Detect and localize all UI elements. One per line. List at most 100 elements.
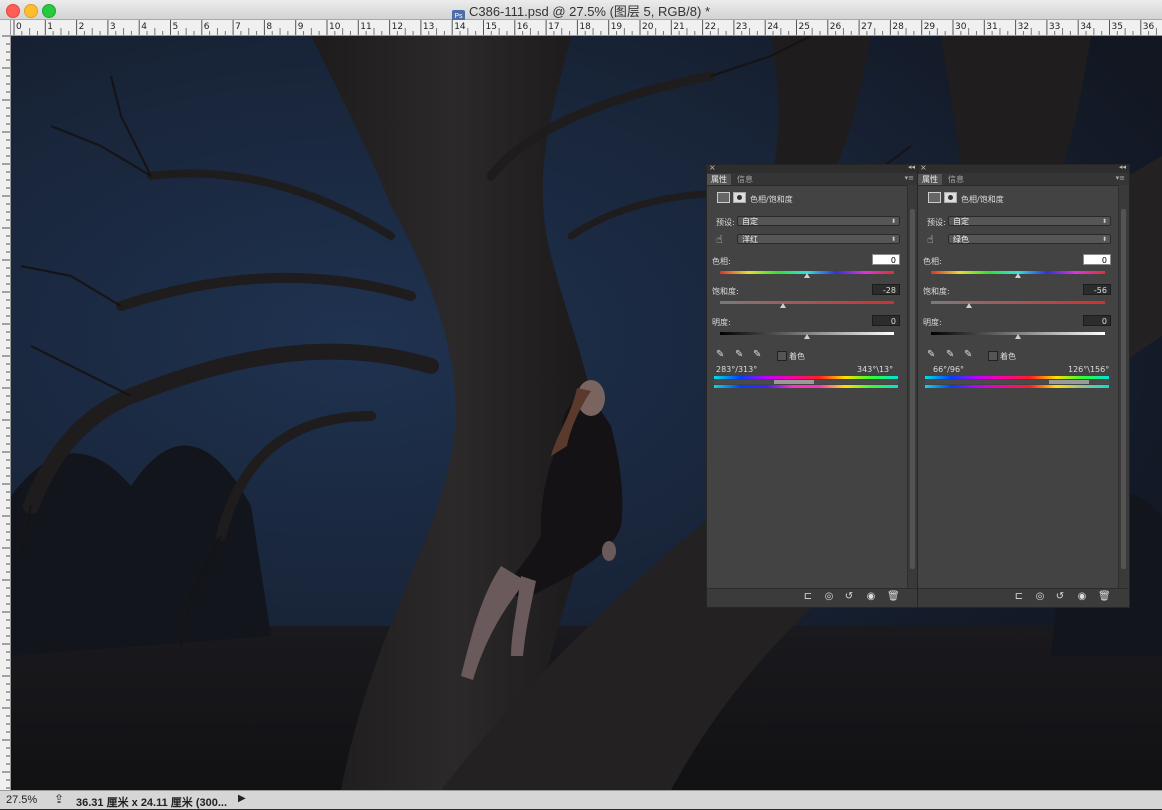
- zoom-level[interactable]: 27.5%: [6, 794, 37, 806]
- horizontal-ruler[interactable]: 0 1 2 3 4 5 6 7 8 9 10 11 12 13 14 15 16 17 18 19 20 21 22 23 24…: [10, 20, 1162, 36]
- panel-scrollbar[interactable]: [1118, 185, 1129, 597]
- status-bar: 27.5% ⇪ 36.31 厘米 x 24.11 厘米 (300... ▶: [0, 790, 1162, 809]
- range-selection[interactable]: [1049, 380, 1089, 384]
- hue-slider-thumb[interactable]: [804, 273, 810, 278]
- trash-icon[interactable]: 🗑: [1098, 591, 1111, 603]
- panel-menu-icon[interactable]: ▾≡: [1116, 174, 1125, 182]
- hue-input[interactable]: 0: [872, 254, 900, 265]
- close-panel-icon[interactable]: ×: [709, 163, 716, 172]
- ruler-label: 25: [799, 22, 810, 32]
- collapse-panel-icon[interactable]: ◂◂: [1119, 163, 1126, 171]
- ruler-label: 21: [673, 22, 684, 32]
- hue-label: 色相:: [923, 257, 942, 266]
- preset-dropdown[interactable]: 自定 ⬍: [737, 216, 900, 226]
- color-range-bar-top: [714, 376, 898, 379]
- ruler-label: 5: [173, 22, 179, 32]
- channel-value: 绿色: [953, 235, 969, 244]
- ruler-label: 13: [423, 22, 434, 32]
- colorize-checkbox[interactable]: [988, 351, 998, 361]
- close-panel-icon[interactable]: ×: [920, 163, 927, 172]
- hand-targeted-adjustment-icon[interactable]: ☝: [716, 233, 723, 246]
- ruler-label: 0: [16, 22, 22, 32]
- tab-info[interactable]: 信息: [733, 174, 757, 185]
- ruler-label: 30: [955, 22, 967, 32]
- lightness-label: 明度:: [712, 318, 731, 327]
- panel-footer: ⊏ ◎ ↺ ◉ 🗑: [918, 588, 1129, 607]
- ruler-label: 6: [204, 22, 210, 32]
- panel-menu-icon[interactable]: ▾≡: [905, 174, 914, 182]
- ruler-label: 4: [141, 22, 147, 32]
- eyedropper-plus-icon[interactable]: ✎: [735, 349, 743, 360]
- saturation-label: 饱和度:: [923, 287, 950, 296]
- share-icon[interactable]: ⇪: [54, 792, 64, 806]
- eye-icon[interactable]: ◉: [1076, 591, 1088, 603]
- mask-icon[interactable]: [733, 192, 746, 203]
- clip-to-layer-icon[interactable]: ⊏: [1013, 591, 1025, 603]
- tab-info[interactable]: 信息: [944, 174, 968, 185]
- channel-dropdown[interactable]: 洋红 ⬍: [737, 234, 900, 244]
- eyedropper-minus-icon[interactable]: ✎: [964, 349, 972, 360]
- ruler-label: 33: [1049, 22, 1060, 32]
- reset-icon[interactable]: ↺: [843, 591, 855, 603]
- lightness-input[interactable]: 0: [1083, 315, 1111, 326]
- scrollbar-thumb[interactable]: [1121, 209, 1126, 569]
- vertical-ruler[interactable]: [0, 20, 11, 790]
- lightness-input[interactable]: 0: [872, 315, 900, 326]
- saturation-slider[interactable]: [931, 301, 1105, 304]
- range-right-readout: 126°\156°: [1068, 365, 1110, 374]
- tab-properties[interactable]: 属性: [707, 174, 731, 185]
- preset-dropdown[interactable]: 自定 ⬍: [948, 216, 1111, 226]
- range-right-readout: 343°\13°: [857, 365, 894, 374]
- ruler-label: 17: [548, 22, 559, 32]
- ruler-label: 23: [736, 22, 747, 32]
- preset-value: 自定: [953, 217, 969, 226]
- ruler-label: 28: [892, 22, 904, 32]
- range-selection[interactable]: [774, 380, 814, 384]
- panel-footer: ⊏ ◎ ↺ ◉ 🗑: [707, 588, 918, 607]
- colorize-checkbox[interactable]: [777, 351, 787, 361]
- saturation-label: 饱和度:: [712, 287, 739, 296]
- panel-tabs: 属性 信息 ▾≡: [918, 173, 1129, 186]
- ruler-label: 34: [1080, 22, 1092, 32]
- saturation-slider[interactable]: [720, 301, 894, 304]
- preset-value: 自定: [742, 217, 758, 226]
- saturation-input[interactable]: -28: [872, 284, 900, 295]
- collapse-panel-icon[interactable]: ◂◂: [908, 163, 915, 171]
- eyedropper-icon[interactable]: ✎: [716, 349, 724, 360]
- ruler-label: 18: [579, 22, 591, 32]
- adjustment-title: 色相/饱和度: [750, 195, 793, 204]
- saturation-slider-thumb[interactable]: [779, 303, 786, 308]
- colorize-label: 着色: [1000, 352, 1016, 361]
- lightness-slider-thumb[interactable]: [1015, 334, 1021, 339]
- color-range-selector[interactable]: [925, 380, 1109, 384]
- ruler-label: 12: [392, 22, 403, 32]
- view-previous-icon[interactable]: ◎: [1034, 591, 1046, 603]
- color-range-selector[interactable]: [714, 380, 898, 384]
- channel-dropdown[interactable]: 绿色 ⬍: [948, 234, 1111, 244]
- eyedropper-minus-icon[interactable]: ✎: [753, 349, 761, 360]
- ruler-label: 16: [517, 22, 529, 32]
- lightness-slider-thumb[interactable]: [804, 334, 810, 339]
- mask-icon[interactable]: [944, 192, 957, 203]
- hue-slider-thumb[interactable]: [1015, 273, 1021, 278]
- ruler-label: 8: [266, 22, 272, 32]
- eyedropper-plus-icon[interactable]: ✎: [946, 349, 954, 360]
- ruler-label: 10: [329, 22, 341, 32]
- hand-targeted-adjustment-icon[interactable]: ☝: [927, 233, 934, 246]
- clip-to-layer-icon[interactable]: ⊏: [802, 591, 814, 603]
- ruler-label: 31: [986, 22, 997, 32]
- tab-properties[interactable]: 属性: [918, 174, 942, 185]
- trash-icon[interactable]: 🗑: [887, 591, 900, 603]
- saturation-slider-thumb[interactable]: [966, 303, 973, 308]
- dropdown-arrow-icon: ⬍: [1101, 218, 1107, 225]
- eyedropper-icon[interactable]: ✎: [927, 349, 935, 360]
- hue-input[interactable]: 0: [1083, 254, 1111, 265]
- saturation-input[interactable]: -56: [1083, 284, 1111, 295]
- scrollbar-thumb[interactable]: [910, 209, 915, 569]
- eye-icon[interactable]: ◉: [865, 591, 877, 603]
- ruler-label: 29: [924, 22, 936, 32]
- status-menu-arrow-icon[interactable]: ▶: [238, 793, 246, 804]
- panel-header: × ◂◂: [707, 163, 918, 173]
- reset-icon[interactable]: ↺: [1054, 591, 1066, 603]
- view-previous-icon[interactable]: ◎: [823, 591, 835, 603]
